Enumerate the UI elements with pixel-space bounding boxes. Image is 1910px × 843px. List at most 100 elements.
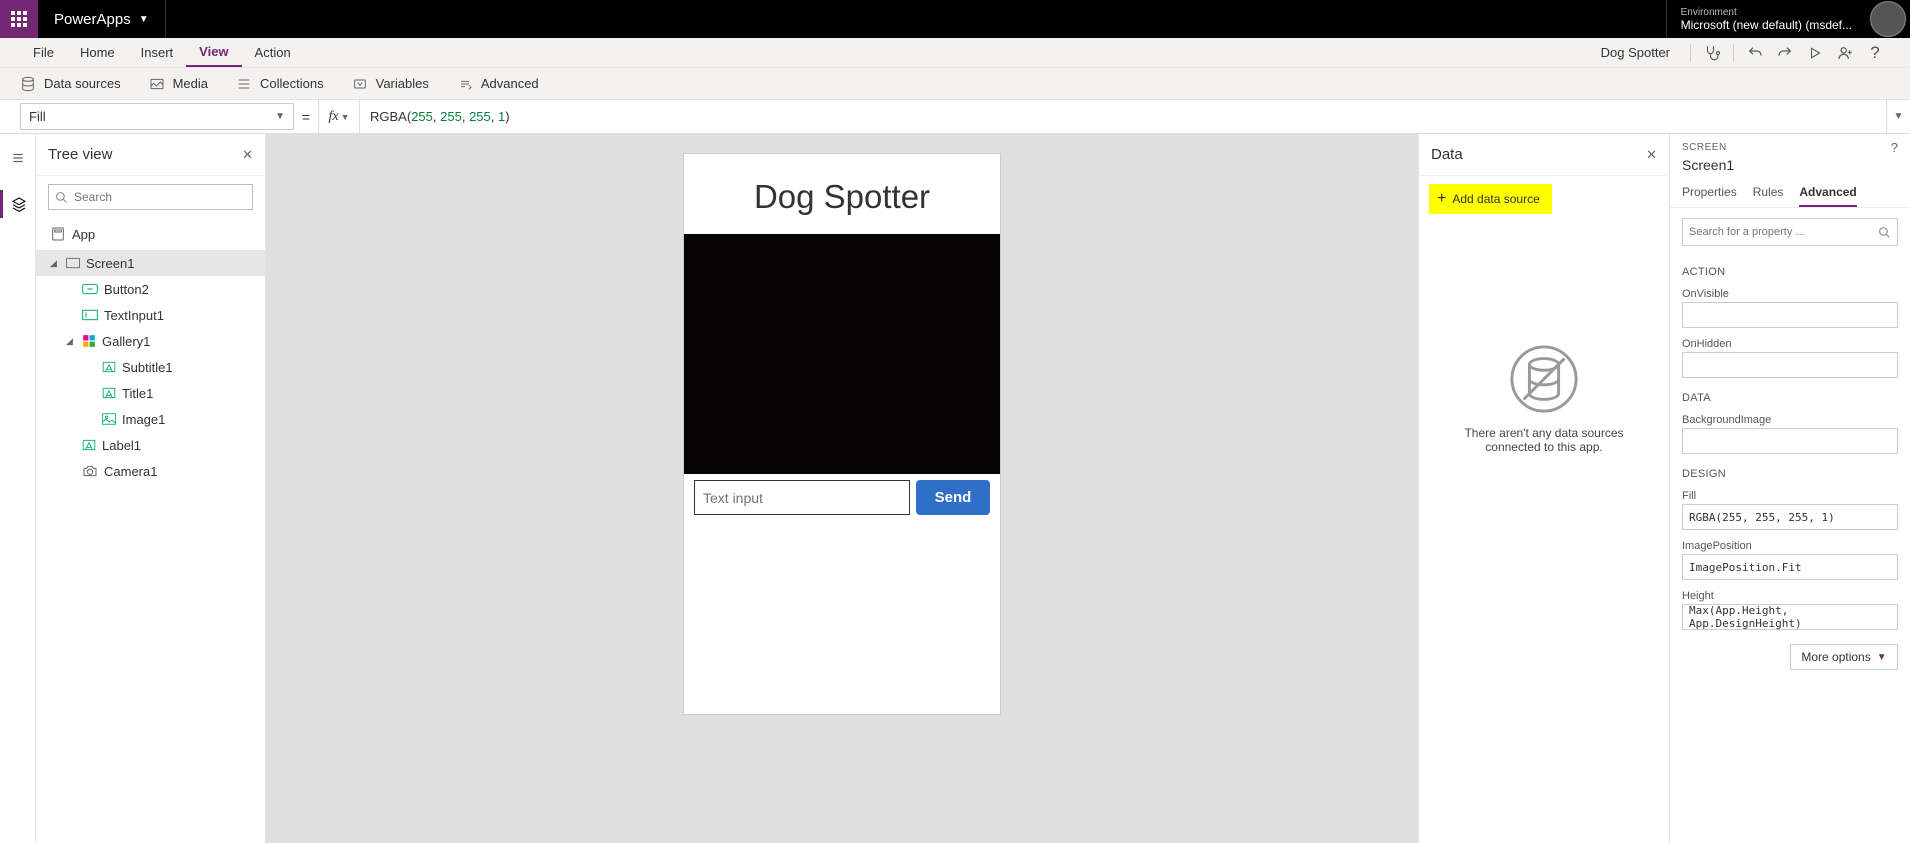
property-search-input[interactable]: [1689, 226, 1878, 238]
prop-input-imageposition[interactable]: ImagePosition.Fit: [1682, 554, 1898, 580]
tree-search-input[interactable]: [74, 190, 246, 204]
formula-expand-button[interactable]: ▼: [1886, 100, 1910, 133]
main-area: Tree view ✕ App ◢ Screen1 Button2: [0, 134, 1910, 843]
app-title: PowerApps: [54, 11, 131, 28]
prop-input-onvisible[interactable]: [1682, 302, 1898, 328]
tree-node-label: Image1: [122, 412, 165, 427]
expand-icon[interactable]: ◢: [50, 258, 60, 269]
tree-node-label: Label1: [102, 438, 141, 453]
tree-node-label: Button2: [104, 282, 149, 297]
tab-rules[interactable]: Rules: [1753, 179, 1784, 207]
layers-icon: [11, 196, 27, 212]
phone-preview[interactable]: Dog Spotter Send: [684, 154, 1000, 714]
text-input-control[interactable]: [694, 480, 910, 515]
app-launcher-button[interactable]: [0, 0, 38, 38]
environment-name: Microsoft (new default) (msdef...: [1681, 18, 1852, 32]
menu-home[interactable]: Home: [67, 38, 128, 67]
rail-hamburger[interactable]: [0, 144, 36, 172]
tree-panel-header: Tree view ✕: [36, 134, 265, 176]
data-panel: Data ✕ + Add data source There aren't an…: [1418, 134, 1670, 843]
label-icon: [102, 386, 116, 400]
tree-node-label: Title1: [122, 386, 153, 401]
ribbon-media[interactable]: Media: [149, 76, 208, 92]
fx-button[interactable]: fx ▼: [318, 100, 360, 133]
hamburger-icon: [10, 151, 26, 165]
tree-node-subtitle1[interactable]: Subtitle1: [36, 354, 265, 380]
question-icon: ?: [1870, 43, 1879, 63]
app-title-block[interactable]: PowerApps ▼: [38, 0, 166, 38]
tree-node-gallery1[interactable]: ◢ Gallery1: [36, 328, 265, 354]
tree-node-camera1[interactable]: Camera1: [36, 458, 265, 484]
user-avatar[interactable]: [1870, 1, 1906, 37]
tab-properties[interactable]: Properties: [1682, 179, 1737, 207]
tree-view-panel: Tree view ✕ App ◢ Screen1 Button2: [36, 134, 266, 843]
data-empty-text: There aren't any data sources connected …: [1419, 414, 1669, 466]
menu-action[interactable]: Action: [242, 38, 304, 67]
send-button[interactable]: Send: [916, 480, 990, 515]
tree-node-label1[interactable]: Label1: [36, 432, 265, 458]
undo-button[interactable]: [1740, 38, 1770, 68]
panel-help-button[interactable]: ?: [1891, 140, 1898, 155]
tree-node-button2[interactable]: Button2: [36, 276, 265, 302]
chevron-down-icon: ▼: [341, 112, 350, 122]
add-data-source-button[interactable]: + Add data source: [1429, 184, 1552, 214]
environment-picker[interactable]: Environment Microsoft (new default) (msd…: [1666, 0, 1866, 38]
tree-node-screen1[interactable]: ◢ Screen1: [36, 250, 265, 276]
close-tree-panel-button[interactable]: ✕: [242, 147, 253, 163]
chevron-down-icon: ▼: [275, 111, 285, 122]
app-checker-button[interactable]: [1697, 38, 1727, 68]
app-icon: [50, 226, 66, 242]
tree-node-title1[interactable]: Title1: [36, 380, 265, 406]
property-name: Fill: [29, 109, 46, 124]
redo-button[interactable]: [1770, 38, 1800, 68]
database-empty-icon: [1509, 344, 1579, 414]
tree-node-textinput1[interactable]: TextInput1: [36, 302, 265, 328]
formula-input[interactable]: RGBA(255, 255, 255, 1): [360, 100, 1886, 133]
tree-node-label: TextInput1: [104, 308, 164, 323]
menu-insert[interactable]: Insert: [128, 38, 187, 67]
data-panel-header: Data ✕: [1419, 134, 1669, 176]
ribbon-variables[interactable]: Variables: [352, 76, 429, 92]
formula-bar: Fill ▼ = fx ▼ RGBA(255, 255, 255, 1) ▼: [0, 100, 1910, 134]
fx-icon: fx: [328, 109, 338, 125]
ribbon-collections[interactable]: Collections: [236, 76, 324, 92]
menu-file[interactable]: File: [20, 38, 67, 67]
undo-icon: [1747, 45, 1763, 61]
stethoscope-icon: [1703, 44, 1721, 62]
menu-view[interactable]: View: [186, 38, 241, 67]
properties-panel: SCREEN ? Screen1 Properties Rules Advanc…: [1670, 134, 1910, 843]
ribbon-label: Variables: [376, 76, 429, 91]
canvas-area[interactable]: Dog Spotter Send: [266, 134, 1418, 843]
expand-icon[interactable]: ◢: [66, 336, 76, 347]
rail-tree-view[interactable]: [0, 190, 36, 218]
prop-label-bgimage: BackgroundImage: [1670, 408, 1910, 428]
prop-input-height[interactable]: Max(App.Height, App.DesignHeight): [1682, 604, 1898, 630]
app-name-display: Dog Spotter: [1601, 45, 1684, 60]
property-selector[interactable]: Fill ▼: [20, 103, 294, 130]
prop-input-fill[interactable]: RGBA(255, 255, 255, 1): [1682, 504, 1898, 530]
property-search-box[interactable]: [1682, 218, 1898, 246]
waffle-icon: [11, 11, 27, 27]
section-action: ACTION: [1670, 256, 1910, 282]
prop-input-bgimage[interactable]: [1682, 428, 1898, 454]
tree-node-image1[interactable]: Image1: [36, 406, 265, 432]
prop-label-onhidden: OnHidden: [1670, 332, 1910, 352]
prop-input-onhidden[interactable]: [1682, 352, 1898, 378]
ribbon-advanced[interactable]: Advanced: [457, 76, 539, 92]
help-button[interactable]: ?: [1860, 38, 1890, 68]
textinput-icon: [82, 309, 98, 321]
advanced-icon: [457, 76, 473, 92]
app-heading-label[interactable]: Dog Spotter: [684, 154, 1000, 234]
close-data-panel-button[interactable]: ✕: [1646, 147, 1657, 163]
tree-node-label: Camera1: [104, 464, 157, 479]
ribbon-label: Collections: [260, 76, 324, 91]
more-options-button[interactable]: More options ▼: [1790, 644, 1898, 670]
tab-advanced[interactable]: Advanced: [1799, 179, 1856, 207]
tree-search-box[interactable]: [48, 184, 253, 210]
play-button[interactable]: [1800, 38, 1830, 68]
ribbon-data-sources[interactable]: Data sources: [20, 76, 121, 92]
left-rail: [0, 134, 36, 843]
tree-node-app[interactable]: App: [36, 218, 265, 250]
share-button[interactable]: [1830, 38, 1860, 68]
camera-preview[interactable]: [684, 234, 1000, 474]
